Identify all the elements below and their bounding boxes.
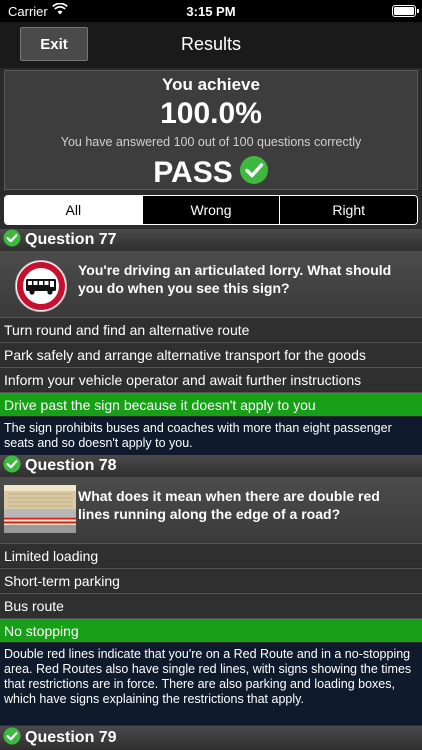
answer-option: Park safely and arrange alternative tran… [0, 342, 422, 366]
achieve-label: You achieve [162, 75, 260, 94]
double-red-lines-image-icon [4, 485, 76, 538]
tab-all[interactable]: All [5, 196, 142, 224]
no-buses-sign-icon [14, 259, 68, 318]
answered-summary: You have answered 100 out of 100 questio… [60, 135, 362, 149]
tab-wrong[interactable]: Wrong [141, 196, 280, 224]
correct-answer-option: No stopping [0, 618, 422, 642]
question-box: What does it mean when there are double … [0, 477, 422, 543]
correct-check-icon [3, 229, 21, 252]
answer-option: Limited loading [0, 543, 422, 567]
correct-check-icon [3, 455, 21, 478]
answer-explanation: The sign prohibits buses and coaches wit… [0, 417, 422, 455]
question-text: You're driving an articulated lorry. Wha… [78, 262, 392, 296]
results-summary: You achieve 100.0% You have answered 100… [4, 70, 418, 190]
status-time: 3:15 PM [186, 4, 236, 19]
question-header[interactable]: Question 77 [0, 229, 422, 251]
page-title: Results [180, 34, 242, 54]
answer-option: Short-term parking [0, 568, 422, 592]
question-text: What does it mean when there are double … [78, 488, 380, 522]
answer-explanation: Double red lines indicate that you're on… [0, 643, 422, 725]
tab-right[interactable]: Right [279, 196, 417, 224]
question-title: Question 79 [25, 729, 117, 746]
question-header[interactable]: Question 79 [0, 726, 422, 750]
correct-check-icon [3, 727, 21, 750]
question-title: Question 78 [25, 457, 117, 474]
question-box: You're driving an articulated lorry. Wha… [0, 251, 422, 317]
answer-option: Turn round and find an alternative route [0, 317, 422, 341]
pass-check-icon [239, 155, 269, 190]
navigation-bar: Exit Results [0, 22, 422, 68]
filter-tabs: All Wrong Right [4, 195, 418, 225]
pass-label: PASS [153, 155, 233, 189]
answer-option: Inform your vehicle operator and await f… [0, 367, 422, 391]
status-bar: Carrier 3:15 PM [0, 0, 422, 22]
question-header[interactable]: Question 78 [0, 455, 422, 477]
battery-icon [392, 5, 419, 17]
correct-answer-option: Drive past the sign because it doesn't a… [0, 392, 422, 416]
question-title: Question 77 [25, 231, 117, 248]
score-percent: 100.0% [160, 97, 262, 130]
answer-option: Bus route [0, 593, 422, 617]
